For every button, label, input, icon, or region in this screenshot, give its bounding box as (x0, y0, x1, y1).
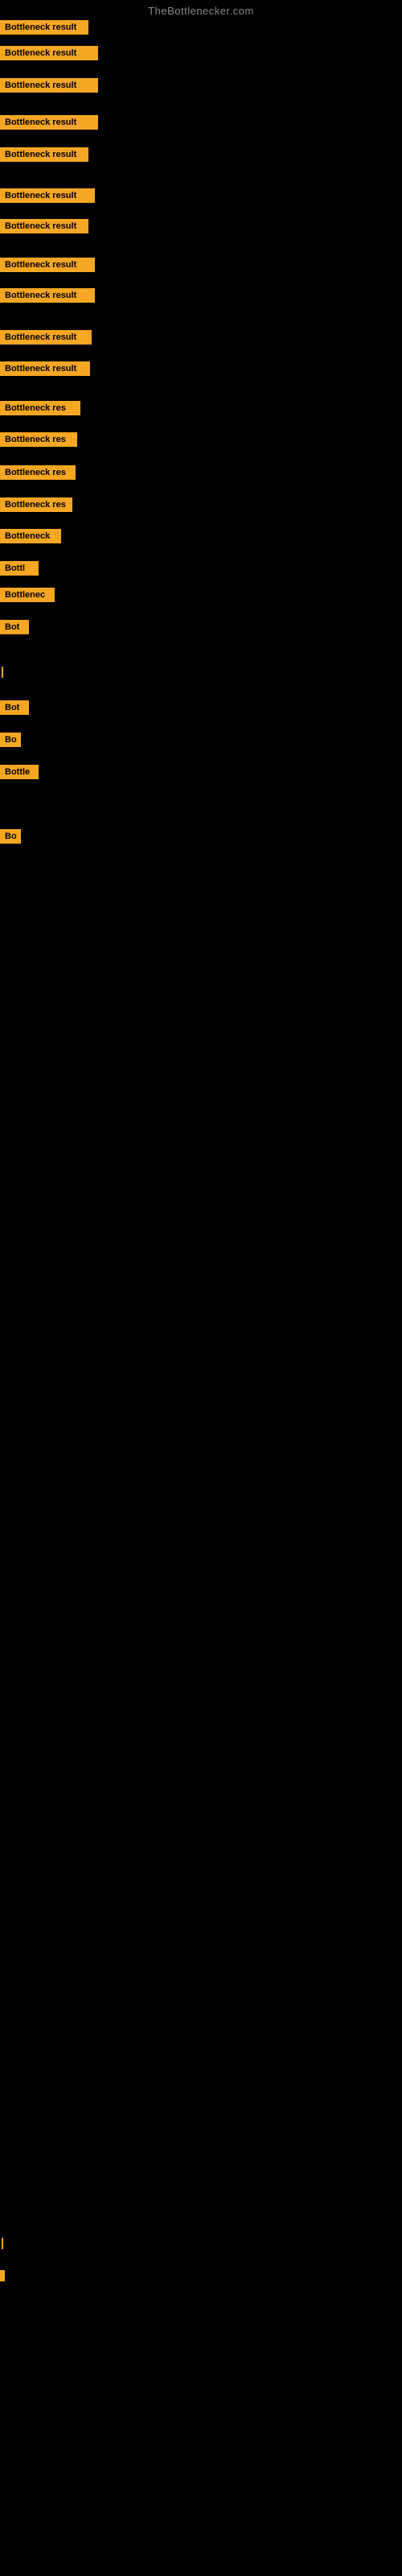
bottleneck-badge-1[interactable]: Bottleneck result (0, 20, 88, 35)
bottleneck-badge-9[interactable]: Bottleneck result (0, 288, 95, 303)
bottleneck-badge-20[interactable]: Bot (0, 700, 29, 715)
bottleneck-badge-2[interactable]: Bottleneck result (0, 46, 98, 60)
bottleneck-badge-19[interactable]: Bot (0, 620, 29, 634)
vertical-line-2 (2, 2238, 3, 2249)
bottleneck-badge-13[interactable]: Bottleneck res (0, 432, 77, 447)
bottleneck-badge-4[interactable]: Bottleneck result (0, 115, 98, 130)
bottleneck-badge-15[interactable]: Bottleneck res (0, 497, 72, 512)
bottleneck-badge-6[interactable]: Bottleneck result (0, 188, 95, 203)
bottleneck-badge-8[interactable]: Bottleneck result (0, 258, 95, 272)
bottleneck-badge-18[interactable]: Bottlenec (0, 588, 55, 602)
bottleneck-badge-5[interactable]: Bottleneck result (0, 147, 88, 162)
bottleneck-badge-21[interactable]: Bo (0, 733, 21, 747)
bottleneck-badge-17[interactable]: Bottl (0, 561, 39, 576)
bottleneck-badge-14[interactable]: Bottleneck res (0, 465, 76, 480)
bottleneck-badge-16[interactable]: Bottleneck (0, 529, 61, 543)
vertical-line-3 (0, 2270, 5, 2281)
page-wrapper: TheBottlenecker.com Bottleneck result Bo… (0, 0, 402, 2576)
bottleneck-badge-11[interactable]: Bottleneck result (0, 361, 90, 376)
bottleneck-badge-7[interactable]: Bottleneck result (0, 219, 88, 233)
site-title: TheBottlenecker.com (0, 0, 402, 20)
bottleneck-badge-23[interactable]: Bo (0, 829, 21, 844)
bottleneck-badge-3[interactable]: Bottleneck result (0, 78, 98, 93)
bottleneck-badge-22[interactable]: Bottle (0, 765, 39, 779)
vertical-line-1 (2, 667, 3, 678)
bottleneck-badge-12[interactable]: Bottleneck res (0, 401, 80, 415)
bottleneck-badge-10[interactable]: Bottleneck result (0, 330, 92, 345)
